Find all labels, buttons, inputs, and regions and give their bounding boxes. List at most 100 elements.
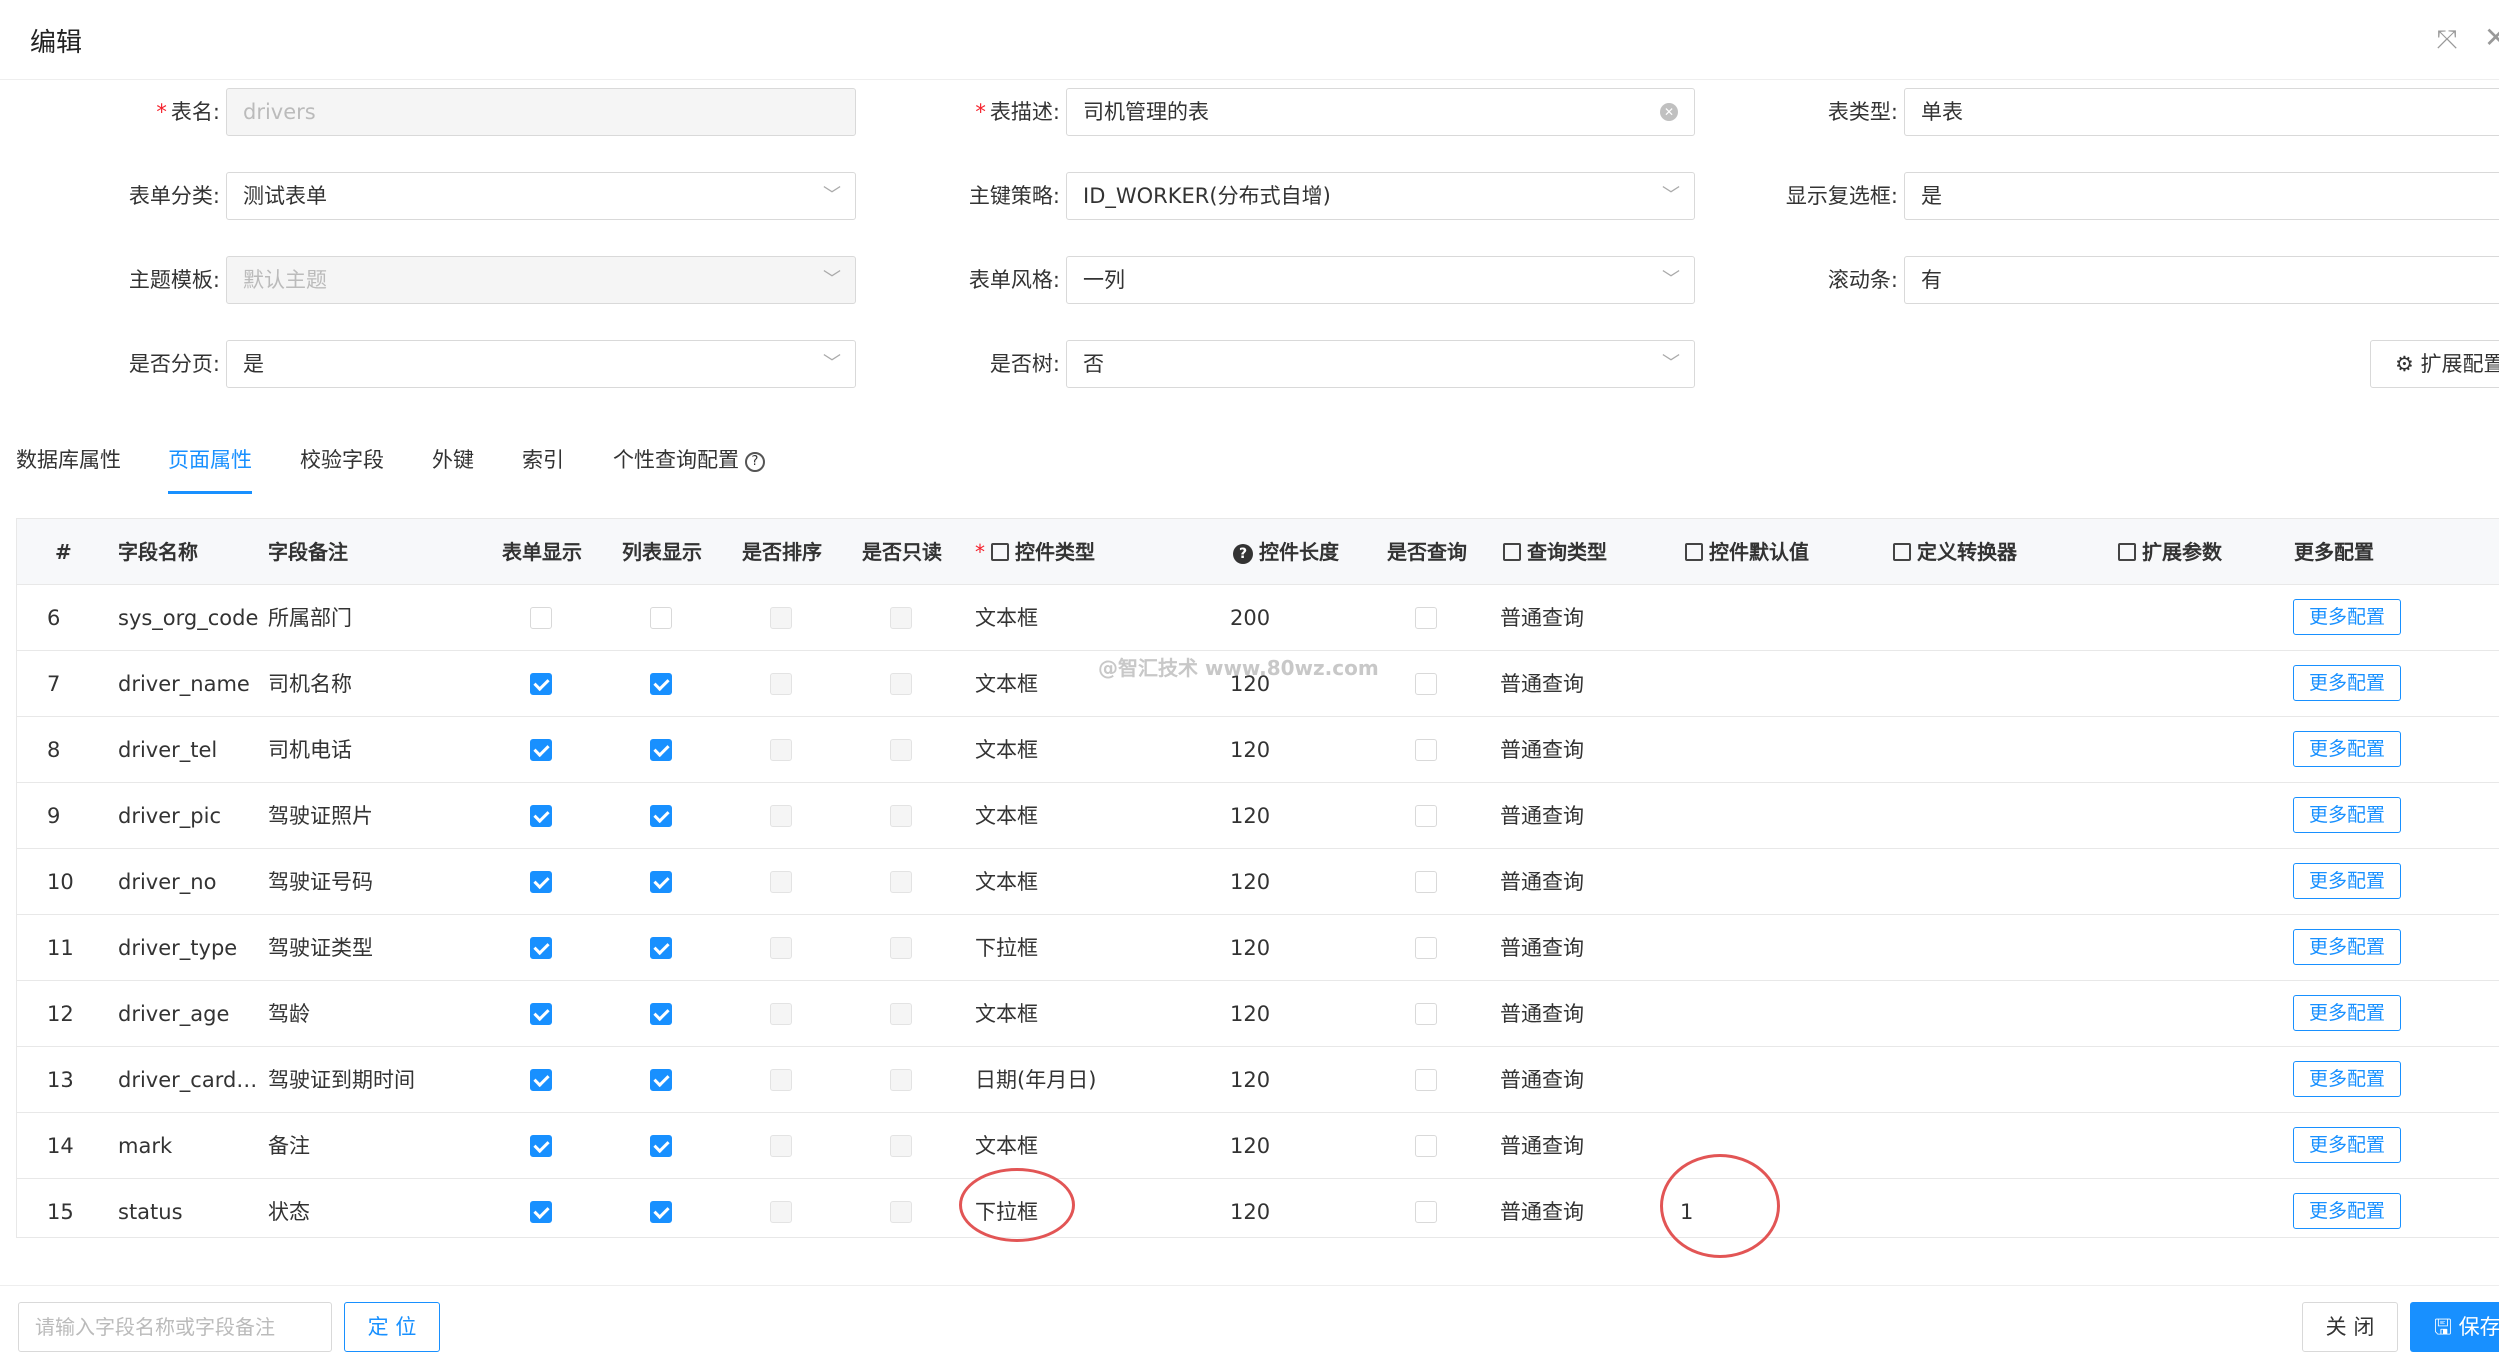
- table-type-select[interactable]: 单表: [1904, 88, 2499, 136]
- more-config-button[interactable]: 更多配置: [2293, 599, 2401, 635]
- is-query-checkbox[interactable]: [1415, 871, 1437, 893]
- form-show-checkbox[interactable]: [530, 805, 552, 827]
- is-query-checkbox[interactable]: [1415, 607, 1437, 629]
- edit-icon: [1685, 543, 1703, 561]
- table-desc-input[interactable]: 司机管理的表 ✕: [1066, 88, 1695, 136]
- list-show-checkbox[interactable]: [650, 1003, 672, 1025]
- clear-icon[interactable]: ✕: [1660, 103, 1678, 121]
- question-icon: ?: [745, 452, 765, 472]
- field-name-cell: sys_org_code: [118, 606, 259, 630]
- is-query-checkbox[interactable]: [1415, 805, 1437, 827]
- list-show-checkbox[interactable]: [650, 1069, 672, 1091]
- annotation-circle: [959, 1168, 1075, 1242]
- more-config-button[interactable]: 更多配置: [2293, 1193, 2401, 1229]
- is-query-checkbox[interactable]: [1415, 739, 1437, 761]
- is-query-checkbox[interactable]: [1415, 1003, 1437, 1025]
- form-show-checkbox[interactable]: [530, 1003, 552, 1025]
- row-index: 14: [47, 1134, 74, 1158]
- field-comment-cell: 驾驶证照片: [268, 804, 373, 828]
- control-type-cell: 下拉框: [975, 936, 1038, 960]
- more-config-button[interactable]: 更多配置: [2293, 731, 2401, 767]
- dialog-title: 编辑: [30, 28, 83, 58]
- is-query-checkbox[interactable]: [1415, 1069, 1437, 1091]
- more-config-button[interactable]: 更多配置: [2293, 665, 2401, 701]
- form-style-select[interactable]: 一列 ﹀: [1066, 256, 1695, 304]
- show-checkbox-label: 显示复选框:: [1785, 184, 1898, 208]
- col-sortable: 是否排序: [742, 540, 822, 564]
- row-index: 7: [47, 672, 61, 696]
- form-show-checkbox[interactable]: [530, 1069, 552, 1091]
- list-show-checkbox[interactable]: [650, 805, 672, 827]
- is-query-checkbox[interactable]: [1415, 1201, 1437, 1223]
- list-show-checkbox[interactable]: [650, 1135, 672, 1157]
- list-show-checkbox[interactable]: [650, 871, 672, 893]
- more-config-button[interactable]: 更多配置: [2293, 995, 2401, 1031]
- scrollbar-select[interactable]: 有: [1904, 256, 2499, 304]
- form-show-checkbox[interactable]: [530, 1201, 552, 1223]
- more-config-button[interactable]: 更多配置: [2293, 863, 2401, 899]
- control-length-cell: 120: [1230, 1200, 1271, 1224]
- more-config-button[interactable]: 更多配置: [2293, 797, 2401, 833]
- more-config-button[interactable]: 更多配置: [2293, 1061, 2401, 1097]
- col-more-config: 更多配置: [2294, 540, 2374, 564]
- dialog-header: 编辑 ⤧ ✕: [0, 0, 2499, 80]
- form-row-4: 是否分页: 是 ﹀ 是否树: 否 ﹀: [0, 340, 2499, 390]
- row-index: 12: [47, 1002, 74, 1026]
- theme-template-label: 主题模板:: [128, 268, 220, 292]
- sortable-checkbox: [770, 937, 792, 959]
- form-show-checkbox[interactable]: [530, 673, 552, 695]
- locate-button[interactable]: 定 位: [344, 1302, 440, 1352]
- form-show-checkbox[interactable]: [530, 1135, 552, 1157]
- tab-custom-query[interactable]: 个性查询配置?: [613, 440, 765, 494]
- field-comment-cell: 所属部门: [268, 606, 352, 630]
- tab-page-properties[interactable]: 页面属性: [168, 440, 252, 494]
- chevron-down-icon: ﹀: [1662, 269, 1680, 290]
- query-type-cell: 普通查询: [1500, 606, 1584, 630]
- list-show-checkbox[interactable]: [650, 937, 672, 959]
- query-type-cell: 普通查询: [1500, 1200, 1584, 1224]
- is-query-checkbox[interactable]: [1415, 1135, 1437, 1157]
- is-query-checkbox[interactable]: [1415, 673, 1437, 695]
- paging-select[interactable]: 是 ﹀: [226, 340, 856, 388]
- edit-icon: [1503, 543, 1521, 561]
- form-show-checkbox[interactable]: [530, 871, 552, 893]
- control-length-cell: 120: [1230, 1002, 1271, 1026]
- list-show-checkbox[interactable]: [650, 1201, 672, 1223]
- query-type-cell: 普通查询: [1500, 936, 1584, 960]
- readonly-checkbox: [890, 937, 912, 959]
- form-show-checkbox[interactable]: [530, 937, 552, 959]
- table-desc-label: * 表描述:: [975, 100, 1060, 124]
- table-row: 10 driver_no 驾驶证号码 文本框 120 普通查询 更多配置: [17, 849, 2499, 915]
- more-config-button[interactable]: 更多配置: [2293, 1127, 2401, 1163]
- row-index: 8: [47, 738, 61, 762]
- more-config-button[interactable]: 更多配置: [2293, 929, 2401, 965]
- chevron-down-icon: ﹀: [823, 185, 841, 206]
- control-length-cell: 120: [1230, 1134, 1271, 1158]
- table-row: 15 status 状态 下拉框 120 普通查询 1 更多配置: [17, 1179, 2499, 1245]
- show-checkbox-select[interactable]: 是: [1904, 172, 2499, 220]
- is-query-checkbox[interactable]: [1415, 937, 1437, 959]
- tab-index[interactable]: 索引: [522, 440, 564, 494]
- fullscreen-icon[interactable]: ⤧: [2433, 26, 2461, 54]
- field-search-input[interactable]: [18, 1302, 332, 1352]
- close-button[interactable]: 关 闭: [2302, 1302, 2398, 1352]
- list-show-checkbox[interactable]: [650, 739, 672, 761]
- gear-icon: ⚙: [2395, 352, 2414, 376]
- form-category-select[interactable]: 测试表单 ﹀: [226, 172, 856, 220]
- col-query-type: 查询类型: [1503, 519, 1607, 585]
- list-show-checkbox[interactable]: [650, 673, 672, 695]
- row-index: 6: [47, 606, 61, 630]
- pk-strategy-select[interactable]: ID_WORKER(分布式自增) ﹀: [1066, 172, 1695, 220]
- close-icon[interactable]: ✕: [2484, 24, 2499, 52]
- is-tree-select[interactable]: 否 ﹀: [1066, 340, 1695, 388]
- save-button[interactable]: 🖫 保存: [2410, 1302, 2499, 1352]
- tab-validation[interactable]: 校验字段: [300, 440, 384, 494]
- list-show-checkbox[interactable]: [650, 607, 672, 629]
- tab-foreign-key[interactable]: 外键: [432, 440, 474, 494]
- readonly-checkbox: [890, 607, 912, 629]
- form-show-checkbox[interactable]: [530, 739, 552, 761]
- tab-db-properties[interactable]: 数据库属性: [16, 440, 121, 494]
- field-name-cell: driver_card_...: [118, 1068, 263, 1092]
- form-show-checkbox[interactable]: [530, 607, 552, 629]
- extend-config-button[interactable]: ⚙ 扩展配置: [2370, 340, 2499, 388]
